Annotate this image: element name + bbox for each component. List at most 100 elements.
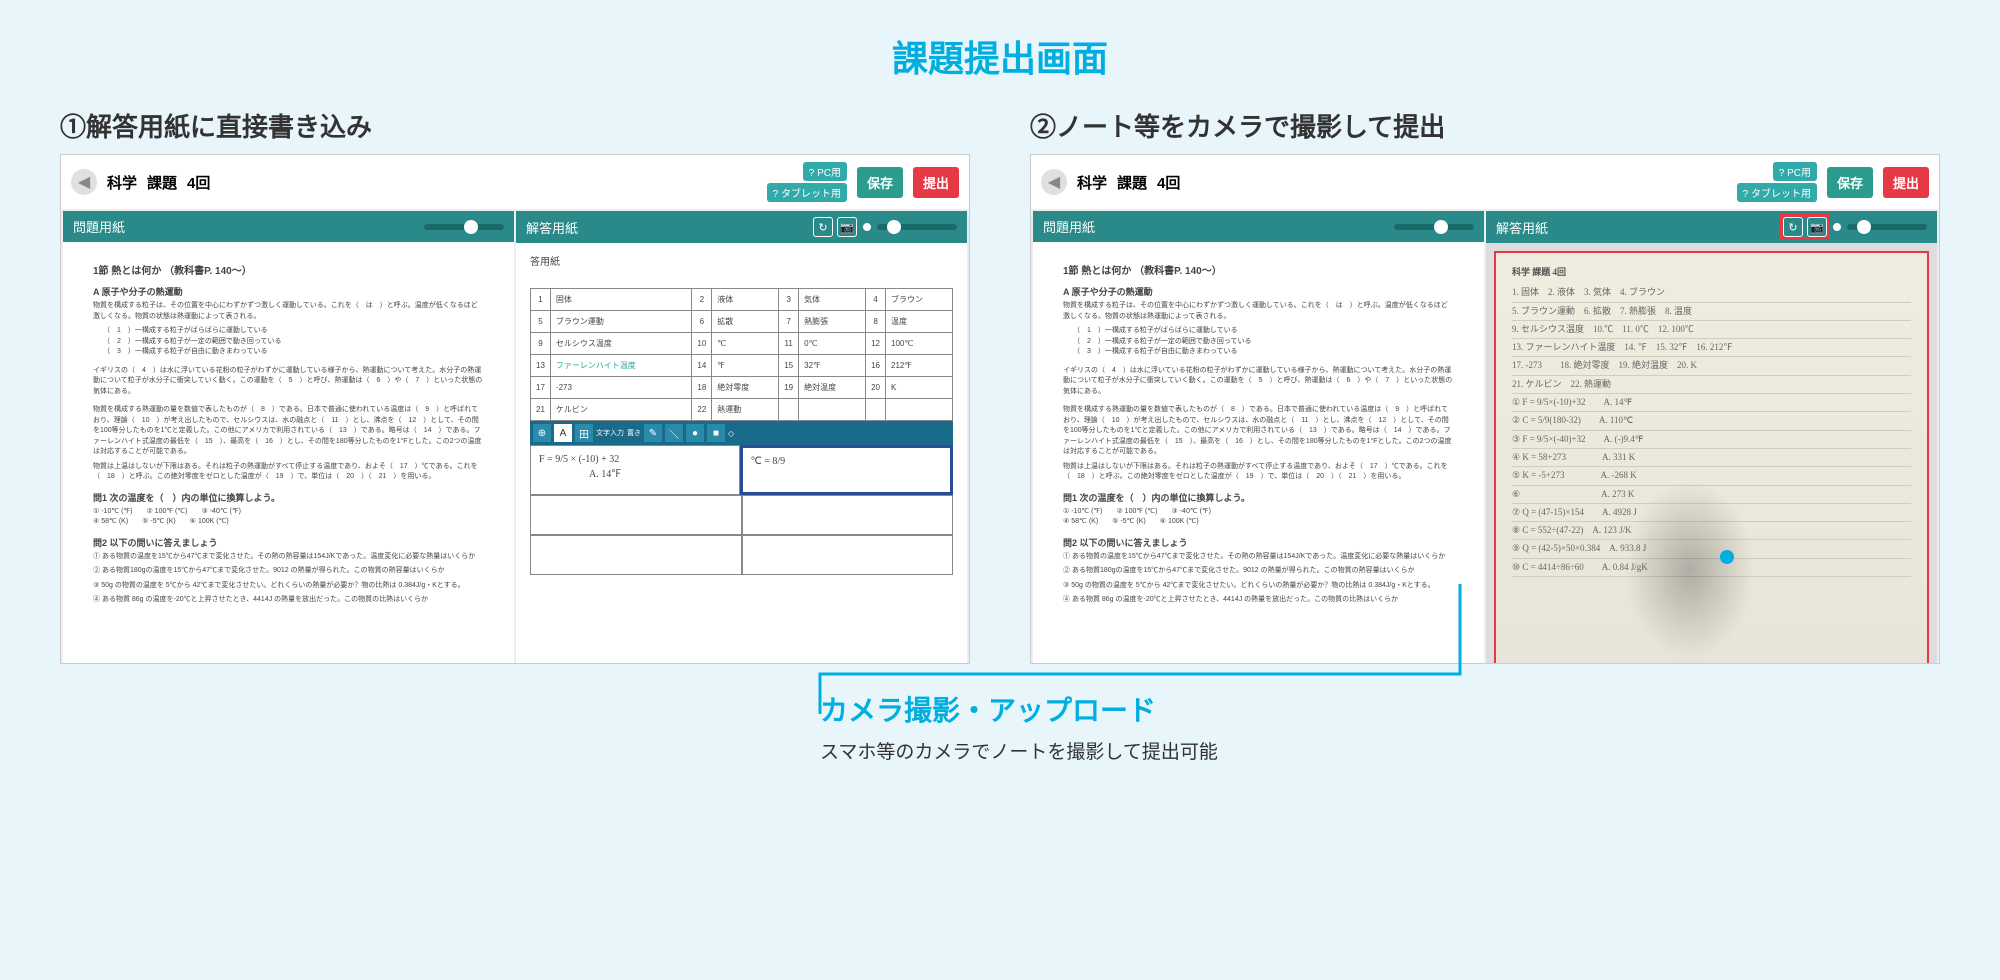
empty-cell[interactable] (742, 535, 954, 575)
slider-dot-min (1833, 223, 1841, 231)
hw-line: 21. ケルビン 22. 熱運動 (1512, 376, 1911, 394)
q-sub-a: A 原子や分子の熱運動 (1063, 285, 1454, 298)
save-button[interactable]: 保存 (1827, 167, 1873, 198)
answer-table[interactable]: 1固体2液体3気体4ブラウン 5ブラウン運動6拡散7熱膨張8温度 9セルシウス温… (530, 288, 953, 421)
panel1-title: ①解答用紙に直接書き込み (60, 107, 970, 144)
callout-section: カメラ撮影・アップロード スマホ等のカメラでノートを撮影して提出可能 (60, 689, 1940, 764)
hw-line: 1. 固体 2. 液体 3. 気体 4. ブラウン (1512, 284, 1911, 302)
q-para2: イギリスの（ 4 ）は水に浮いている花粉の粒子がわずかに運動している様子から、熱… (1063, 366, 1454, 398)
empty-cell[interactable] (530, 495, 742, 535)
tool-label-text: 文字入力 (596, 428, 624, 438)
move-tool[interactable]: ⊕ (533, 424, 551, 442)
q-li1: （ 1 ）一構成する粒子がばらばらに運動している (93, 326, 484, 337)
empty-cell[interactable] (530, 535, 742, 575)
panel-direct-write: ①解答用紙に直接書き込み ◀ 科学 課題 4回 ? PC用 ? タブレット用 保… (60, 107, 970, 664)
answer-photo-area[interactable]: 科学 課題 4回 1. 固体 2. 液体 3. 気体 4. ブラウン 5. ブラ… (1486, 243, 1937, 664)
pen-tool[interactable]: ✎ (644, 424, 662, 442)
q-para4: 物質は上温はしないが下限はある。それは粒子の熱運動がすべて停止する温度であり、お… (1063, 462, 1454, 483)
camera-icon[interactable]: 📷 (837, 217, 857, 237)
line-tool[interactable]: ＼ (665, 424, 683, 442)
hw-line: ① F = 9/5×(-10)+32 A. 14℉ (1512, 394, 1911, 412)
hw-line: ④ K = 58+273 A. 331 K (1512, 449, 1911, 467)
q-q1: ① ある物質の温度を15℃から47℃まで変化させた。その熱の熱容量は154J/K… (1063, 552, 1454, 563)
q-q4: ④ ある物質 86g の温度を-20℃と上昇させたとき、4414J の熱量を放出… (93, 595, 484, 606)
grid-tool[interactable]: 田 (575, 424, 593, 442)
q-section: 1節 熱とは何か （教科書P. 140～） (1063, 262, 1454, 277)
q-sub-c: 問2 以下の問いに答えましょう (93, 536, 484, 549)
submit-button[interactable]: 提出 (913, 167, 959, 198)
back-button[interactable]: ◀ (1041, 169, 1067, 195)
q-sub-c: 問2 以下の問いに答えましょう (1063, 536, 1454, 549)
empty-cell[interactable] (742, 495, 954, 535)
formula-cell-2-active[interactable]: ℃ = 8/9 (740, 445, 954, 495)
q-temps: ① -10℃ (℉) ② 100℉ (℃) ③ -40℃ (℉) ④ 58℃ (… (1063, 507, 1454, 528)
zoom-slider-q[interactable] (1394, 224, 1474, 230)
rect-tool[interactable]: ■ (707, 424, 725, 442)
size-indicator: ◇ (728, 429, 734, 438)
zoom-slider-a[interactable] (877, 224, 957, 230)
breadcrumb-count: 4回 (1157, 172, 1180, 193)
hw-line: ② C = 5/9(180-32) A. 110℃ (1512, 412, 1911, 430)
tablet-mode-pill[interactable]: ? タブレット用 (767, 183, 847, 202)
panel2-title: ②ノート等をカメラで撮影して提出 (1030, 107, 1940, 144)
q-para2: イギリスの（ 4 ）は水に浮いている花粉の粒子がわずかに運動している様子から、熱… (93, 366, 484, 398)
hw-line: 17. -273 18. 絶対零度 19. 絶対温度 20. K (1512, 357, 1911, 375)
formula-cell-1[interactable]: F = 9/5 × (-10) + 32 A. 14℉ (530, 445, 740, 495)
hand-shadow (1625, 480, 1755, 660)
q-sub-b: 問1 次の温度を（ ）内の単位に換算しよう。 (93, 491, 484, 504)
q-q3: ③ 50g の物質の温度を 5℃から 42℃まで変化させたい。どれくらいの熱量が… (93, 581, 484, 592)
pane-title-answer: 解答用紙 (526, 218, 578, 237)
save-button[interactable]: 保存 (857, 167, 903, 198)
q-q1: ① ある物質の温度を15℃から47℃まで変化させた。その熱の熱容量は154J/K… (93, 552, 484, 563)
pc-mode-pill[interactable]: ? PC用 (1773, 162, 1817, 181)
breadcrumb-assignment: 課題 (147, 172, 177, 193)
pane-title-question: 問題用紙 (1043, 217, 1095, 236)
hw-title: 科学 課題 4回 (1512, 265, 1911, 280)
breadcrumb-subject: 科学 (1077, 172, 1107, 193)
q-para3: 物質を構成する熱運動の量を数値で表したものが（ 8 ）である。日本で普通に使われ… (93, 405, 484, 458)
hw-line: 13. ファーレンハイト温度 14. ℉ 15. 32℉ 16. 212℉ (1512, 339, 1911, 357)
zoom-slider-q[interactable] (424, 224, 504, 230)
callout-origin-dot (1720, 550, 1734, 564)
rotate-icon[interactable]: ↻ (813, 217, 833, 237)
q-q2: ② ある物質180gの温度を15℃から47℃まで変化させた。9012 の熱量が得… (1063, 566, 1454, 577)
breadcrumb-count: 4回 (187, 172, 210, 193)
answer-heading: 答用紙 (530, 253, 953, 268)
submit-button[interactable]: 提出 (1883, 167, 1929, 198)
tablet-mode-pill[interactable]: ? タブレット用 (1737, 183, 1817, 202)
photo-sheet: 科学 課題 4回 1. 固体 2. 液体 3. 気体 4. ブラウン 5. ブラ… (1494, 251, 1929, 664)
drawing-toolbar[interactable]: ⊕ A 田 文字入力 置き ✎ ＼ ● ■ ◇ (530, 421, 953, 445)
q-sub-a: A 原子や分子の熱運動 (93, 285, 484, 298)
page-title: 課題提出画面 (60, 30, 1940, 82)
callout-desc: スマホ等のカメラでノートを撮影して提出可能 (820, 737, 1940, 764)
tool-label-place: 置き (627, 428, 641, 438)
q-para3: 物質を構成する熱運動の量を数値で表したものが（ 8 ）である。日本で普通に使われ… (1063, 405, 1454, 458)
panel-camera-upload: ②ノート等をカメラで撮影して提出 ◀ 科学 課題 4回 ? PC用 ? タブレッ… (1030, 107, 1940, 664)
q-para1: 物質を構成する粒子は、その位置を中心にわずかずつ激しく運動している。これを（ は… (93, 301, 484, 322)
hw-line: 9. セルシウス温度 10.℃ 11. 0℃ 12. 100℃ (1512, 321, 1911, 339)
pane-title-question: 問題用紙 (73, 217, 125, 236)
zoom-slider-a[interactable] (1847, 224, 1927, 230)
slider-dot-min (863, 223, 871, 231)
camera-highlight (1780, 214, 1830, 240)
hw-line: 5. ブラウン運動 6. 拡散 7. 熱膨張 8. 温度 (1512, 303, 1911, 321)
q-li3: （ 3 ）一構成する粒子が自由に動きまわっている (93, 347, 484, 358)
q-para1: 物質を構成する粒子は、その位置を中心にわずかずつ激しく運動している。これを（ は… (1063, 301, 1454, 322)
circle-tool[interactable]: ● (686, 424, 704, 442)
q-temps: ① -10℃ (℉) ② 100℉ (℃) ③ -40℃ (℉) ④ 58℃ (… (93, 507, 484, 528)
q-section: 1節 熱とは何か （教科書P. 140～） (93, 262, 484, 277)
breadcrumb-subject: 科学 (107, 172, 137, 193)
q-li3: （ 3 ）一構成する粒子が自由に動きまわっている (1063, 347, 1454, 358)
breadcrumb-assignment: 課題 (1117, 172, 1147, 193)
q-q2: ② ある物質180gの温度を15℃から47℃まで変化させた。9012 の熱量が得… (93, 566, 484, 577)
hw-line: ③ F = 9/5×(-40)+32 A. (-)9.4℉ (1512, 431, 1911, 449)
pane-title-answer: 解答用紙 (1496, 218, 1548, 237)
callout-connector-line (820, 584, 1520, 724)
q-para4: 物質は上温はしないが下限はある。それは粒子の熱運動がすべて停止する温度であり、お… (93, 462, 484, 483)
pc-mode-pill[interactable]: ? PC用 (803, 162, 847, 181)
q-li2: （ 2 ）一構成する粒子が一定の範囲で動き回っている (93, 337, 484, 348)
question-document: 1節 熱とは何か （教科書P. 140～） A 原子や分子の熱運動 物質を構成す… (63, 242, 514, 664)
back-button[interactable]: ◀ (71, 169, 97, 195)
text-tool[interactable]: A (554, 424, 572, 442)
q-sub-b: 問1 次の温度を（ ）内の単位に換算しよう。 (1063, 491, 1454, 504)
